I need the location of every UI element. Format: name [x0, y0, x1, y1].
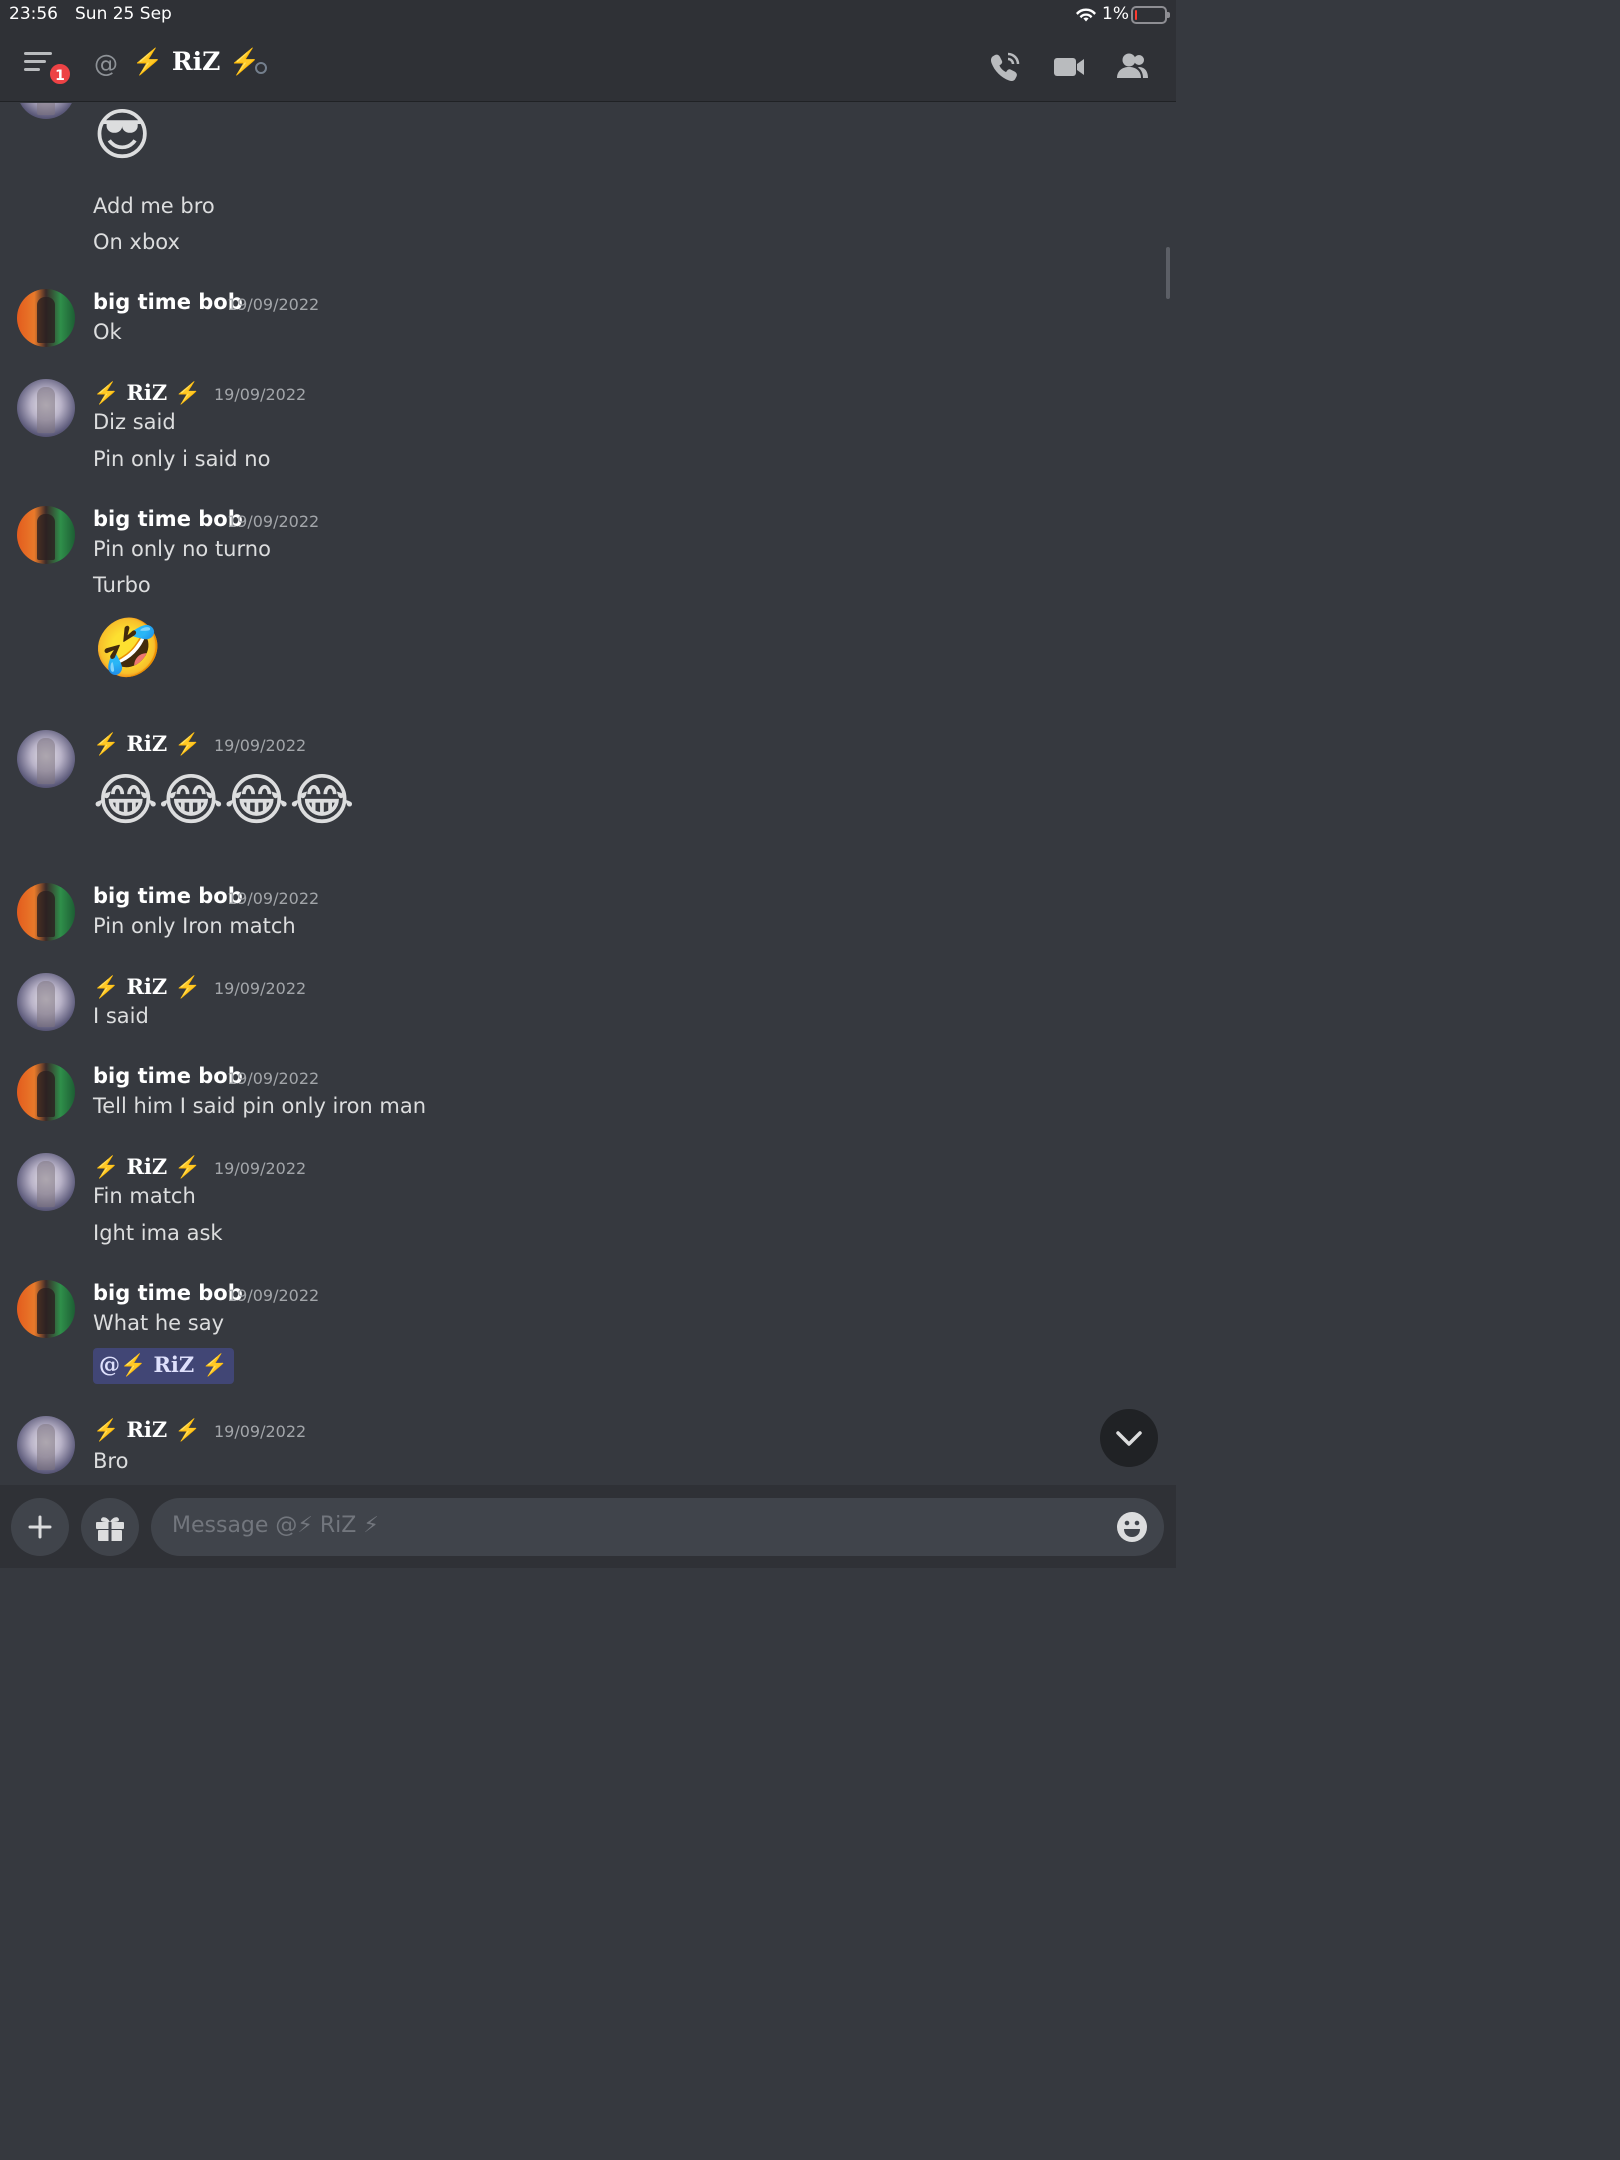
avatar[interactable]	[17, 883, 75, 941]
add-attachment-button[interactable]	[11, 1498, 69, 1556]
message-list[interactable]: 😎 Add me bro On xbox big time bob 19/09/…	[0, 103, 1176, 1485]
avatar[interactable]	[17, 379, 75, 437]
avatar[interactable]	[17, 1416, 75, 1474]
message-emoji: 🤣	[93, 616, 163, 681]
message-text: Pin only i said no	[93, 447, 271, 471]
avatar[interactable]	[17, 103, 75, 119]
chevron-down-icon	[1116, 1431, 1142, 1446]
avatar[interactable]	[17, 506, 75, 564]
battery-percent: 1%	[1102, 4, 1129, 24]
battery-icon	[1131, 6, 1170, 24]
username[interactable]: ⚡ RiZ ⚡	[93, 974, 201, 1000]
username[interactable]: big time bob	[93, 507, 243, 531]
gift-button[interactable]	[81, 1498, 139, 1556]
message-text: Diz said	[93, 410, 176, 434]
channel-title[interactable]: ⚡ RiZ ⚡	[132, 47, 260, 77]
emoji-icon[interactable]	[1116, 1511, 1148, 1543]
at-icon: @	[94, 50, 118, 78]
message-text: Turbo	[93, 573, 151, 597]
username[interactable]: ⚡ RiZ ⚡	[93, 380, 201, 406]
channel-header: 1 @ ⚡ RiZ ⚡	[0, 30, 1176, 102]
message-emoji: 😂😂😂😂	[93, 768, 355, 833]
message-text: What he say	[93, 1311, 224, 1335]
wifi-icon	[1075, 6, 1097, 28]
message-text: Fin match	[93, 1184, 196, 1208]
notification-badge: 1	[48, 62, 72, 86]
timestamp: 19/09/2022	[227, 512, 320, 531]
username[interactable]: ⚡ RiZ ⚡	[93, 1154, 201, 1180]
timestamp: 19/09/2022	[214, 1159, 307, 1178]
user-mention[interactable]: @⚡ RiZ ⚡	[93, 1348, 234, 1384]
channel-title-text: ⚡ RiZ ⚡	[132, 47, 261, 76]
message-text: Pin only no turno	[93, 537, 271, 561]
timestamp: 19/09/2022	[227, 1069, 320, 1088]
message-text: Tell him I said pin only iron man	[93, 1094, 427, 1118]
phone-call-icon[interactable]	[988, 50, 1022, 84]
timestamp: 19/09/2022	[214, 1422, 307, 1441]
username[interactable]: ⚡ RiZ ⚡	[93, 1417, 201, 1443]
avatar[interactable]	[17, 1153, 75, 1211]
scrollbar[interactable]	[1166, 247, 1170, 299]
video-camera-icon[interactable]	[1052, 50, 1086, 84]
message-text: Bro	[93, 1449, 129, 1473]
username[interactable]: big time bob	[93, 1064, 243, 1088]
message-emoji: 😎	[93, 103, 152, 168]
timestamp: 19/09/2022	[214, 979, 307, 998]
offline-status-icon	[255, 62, 267, 74]
username[interactable]: ⚡ RiZ ⚡	[93, 731, 201, 757]
message-text: Pin only Iron match	[93, 914, 296, 938]
username[interactable]: big time bob	[93, 1281, 243, 1305]
gift-icon	[96, 1517, 124, 1541]
avatar[interactable]	[17, 973, 75, 1031]
timestamp: 19/09/2022	[214, 736, 307, 755]
composer-bar: Message @⚡ RiZ ⚡	[0, 1485, 1176, 1568]
timestamp: 19/09/2022	[227, 889, 320, 908]
message-input-placeholder: Message @⚡ RiZ ⚡	[172, 1513, 379, 1538]
plus-icon	[28, 1515, 52, 1539]
username[interactable]: big time bob	[93, 884, 243, 908]
message-input[interactable]: Message @⚡ RiZ ⚡	[151, 1498, 1164, 1556]
message-text: Ok	[93, 320, 122, 344]
status-bar: 23:56 Sun 25 Sep 1%	[0, 0, 1176, 30]
message-text: On xbox	[93, 230, 180, 254]
status-time: 23:56	[9, 4, 58, 24]
timestamp: 19/09/2022	[227, 295, 320, 314]
avatar[interactable]	[17, 730, 75, 788]
timestamp: 19/09/2022	[214, 385, 307, 404]
message-text: Ight ima ask	[93, 1221, 223, 1245]
members-icon[interactable]	[1115, 50, 1149, 84]
avatar[interactable]	[17, 289, 75, 347]
timestamp: 19/09/2022	[227, 1286, 320, 1305]
avatar[interactable]	[17, 1063, 75, 1121]
message-text: I said	[93, 1004, 149, 1028]
username[interactable]: big time bob	[93, 290, 243, 314]
status-date: Sun 25 Sep	[75, 4, 172, 24]
jump-to-present-button[interactable]	[1100, 1409, 1158, 1467]
avatar[interactable]	[17, 1280, 75, 1338]
message-text: Add me bro	[93, 194, 215, 218]
